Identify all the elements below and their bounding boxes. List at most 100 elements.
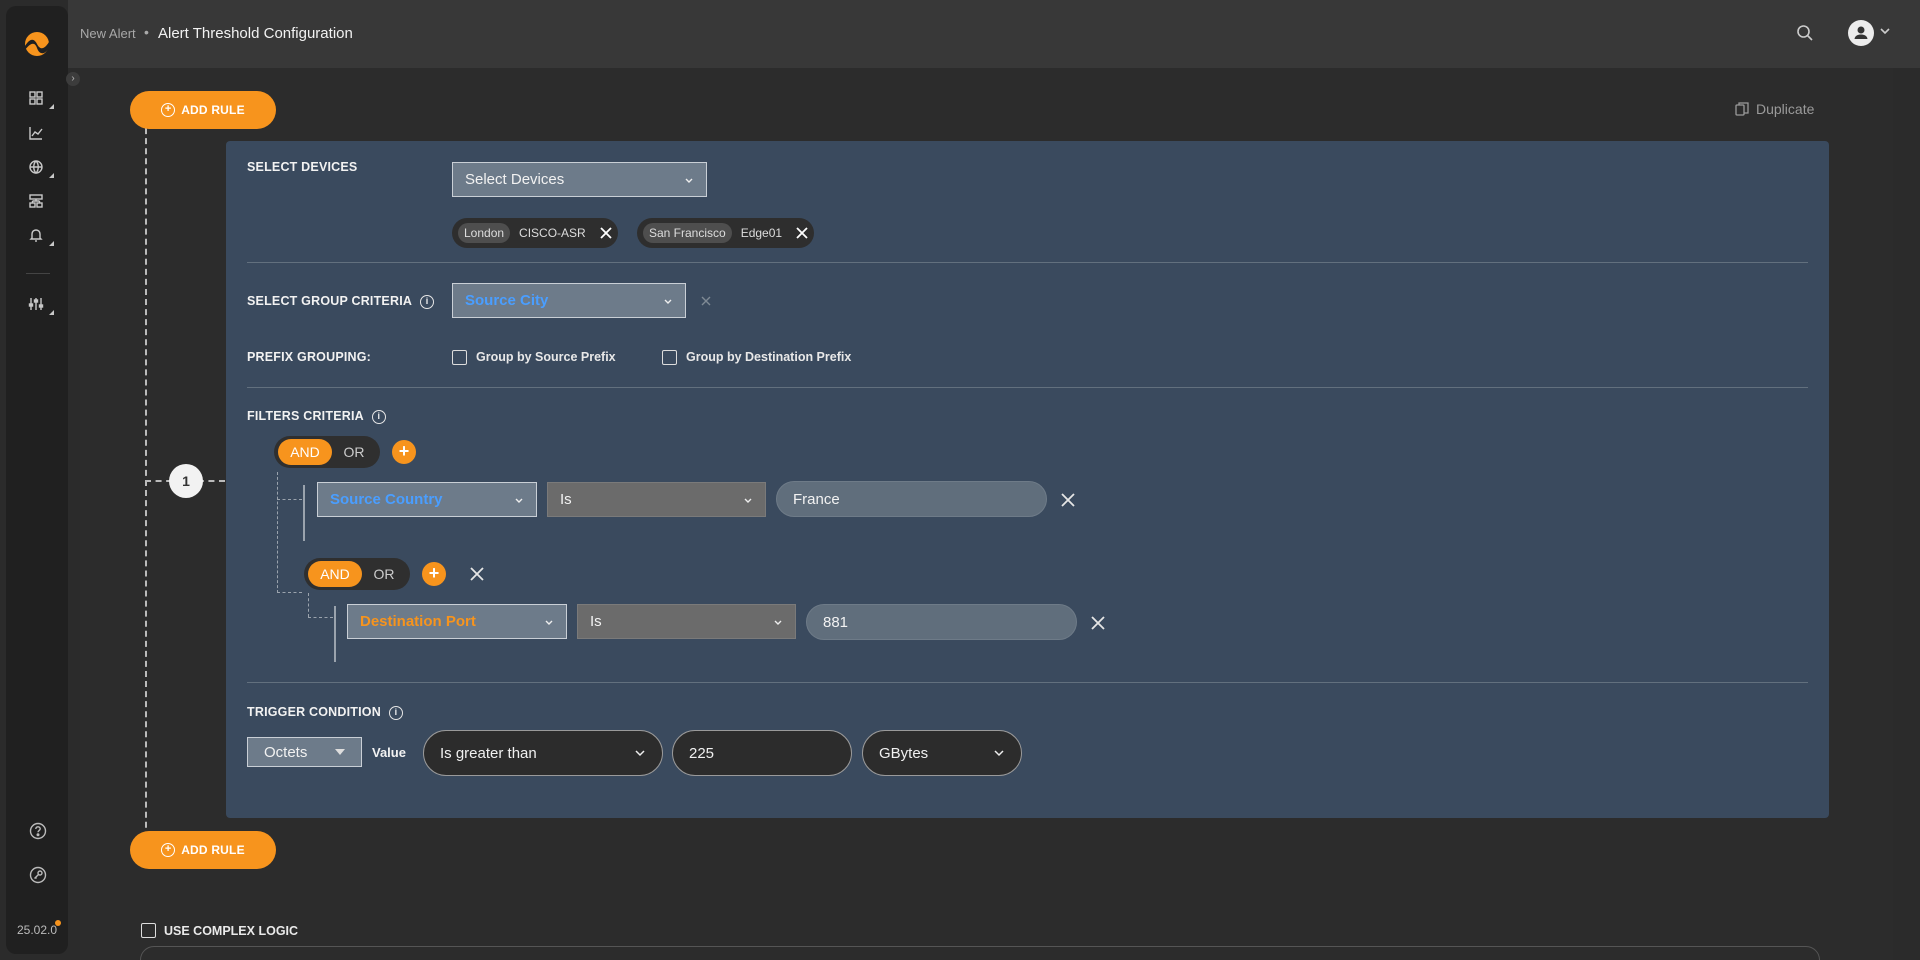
filter-value-text: France xyxy=(793,490,840,508)
sidebar-item-dashboards[interactable] xyxy=(28,90,54,112)
close-icon[interactable] xyxy=(600,227,612,239)
plus-circle-icon: + xyxy=(161,103,176,117)
nested-add-filter-button[interactable]: + xyxy=(422,562,446,586)
version-label: 25.02.0 xyxy=(17,923,58,937)
nested-or-option[interactable]: OR xyxy=(362,561,406,587)
chevron-down-icon[interactable] xyxy=(1878,24,1892,38)
bell-icon xyxy=(29,229,43,242)
or-option[interactable]: OR xyxy=(332,439,376,465)
info-icon[interactable]: i xyxy=(388,705,403,720)
complex-logic-panel xyxy=(140,946,1820,960)
sidebar-item-alerts[interactable] xyxy=(28,227,54,249)
select-devices-dropdown[interactable]: Select Devices xyxy=(452,162,707,197)
rule-number-badge: 1 xyxy=(169,464,203,498)
unit-value: GBytes xyxy=(879,744,929,762)
and-or-toggle[interactable]: AND OR xyxy=(274,436,380,468)
chevron-down-icon xyxy=(515,498,523,503)
metric-value: Octets xyxy=(264,743,308,761)
nested-tree-branch xyxy=(308,617,333,618)
filters-criteria-label: FILTERS CRITERIA i xyxy=(247,409,386,424)
sidebar-item-devices[interactable] xyxy=(28,193,54,215)
prefix-grouping-label: PREFIX GROUPING: xyxy=(247,350,372,364)
filter-tree-branch xyxy=(277,592,302,593)
key-icon[interactable] xyxy=(28,865,48,885)
sidebar-item-network[interactable] xyxy=(28,159,54,181)
nested-and-option[interactable]: AND xyxy=(308,561,362,587)
chevron-down-icon xyxy=(744,498,752,503)
comparison-dropdown[interactable]: Is greater than xyxy=(423,730,663,776)
sidebar-expand-icon[interactable]: › xyxy=(66,72,80,86)
sidebar-item-analytics[interactable] xyxy=(28,125,54,147)
group-by-source-prefix-checkbox[interactable] xyxy=(452,350,467,365)
nested-filter-field-dropdown[interactable]: Destination Port xyxy=(347,604,567,639)
add-rule-button-bottom[interactable]: + ADD RULE xyxy=(130,831,276,869)
add-filter-button[interactable]: + xyxy=(392,440,416,464)
clear-icon[interactable] xyxy=(700,295,712,307)
add-rule-label: ADD RULE xyxy=(181,103,245,117)
avatar[interactable] xyxy=(1848,20,1874,46)
comparison-value: Is greater than xyxy=(440,744,537,762)
value-label: Value xyxy=(372,745,406,760)
group-criteria-value: Source City xyxy=(465,292,549,309)
sidebar-item-settings[interactable] xyxy=(28,296,54,318)
info-icon[interactable]: i xyxy=(371,409,386,424)
top-bar: New Alert • Alert Threshold Configuratio… xyxy=(68,0,1920,68)
close-icon[interactable] xyxy=(1060,492,1076,508)
filter-field-dropdown[interactable]: Source Country xyxy=(317,482,537,517)
close-icon[interactable] xyxy=(469,566,485,582)
complex-logic-option[interactable]: USE COMPLEX LOGIC xyxy=(141,923,298,938)
filter-operator-dropdown[interactable]: Is xyxy=(547,482,766,517)
group-criteria-dropdown[interactable]: Source City xyxy=(452,283,686,318)
threshold-input[interactable]: 225 xyxy=(672,730,852,776)
complex-logic-label: USE COMPLEX LOGIC xyxy=(164,923,299,938)
section-divider xyxy=(247,387,1808,388)
filters-criteria-text: FILTERS CRITERIA xyxy=(247,409,364,423)
breadcrumb-separator: • xyxy=(144,24,149,40)
metric-dropdown[interactable]: Octets xyxy=(247,737,362,767)
search-icon[interactable] xyxy=(1796,24,1814,42)
nested-filter-value-input[interactable]: 881 xyxy=(806,604,1077,640)
add-rule-button-top[interactable]: + ADD RULE xyxy=(130,91,276,129)
rule-card: SELECT DEVICES Select Devices London CIS… xyxy=(226,141,1829,818)
chip-device: CISCO-ASR xyxy=(519,226,586,240)
unit-dropdown[interactable]: GBytes xyxy=(862,730,1022,776)
device-chip-london: London CISCO-ASR xyxy=(452,218,618,248)
chevron-down-icon xyxy=(994,750,1004,757)
nested-filter-value-text: 881 xyxy=(823,613,849,631)
complex-logic-checkbox[interactable] xyxy=(141,923,156,938)
globe-icon xyxy=(29,160,43,174)
chip-city: London xyxy=(458,223,511,243)
chevron-down-icon xyxy=(545,620,553,625)
logo-icon[interactable] xyxy=(23,30,51,58)
group-by-destination-prefix-label[interactable]: Group by Destination Prefix xyxy=(686,350,851,364)
threshold-value: 225 xyxy=(689,744,715,762)
chevron-down-icon xyxy=(664,299,672,304)
duplicate-label: Duplicate xyxy=(1756,101,1815,117)
chevron-down-icon xyxy=(635,750,645,757)
filter-value-input[interactable]: France xyxy=(776,481,1047,517)
page-title: Alert Threshold Configuration xyxy=(158,25,353,42)
close-icon[interactable] xyxy=(796,227,808,239)
chip-device: Edge01 xyxy=(740,226,783,240)
chip-city: San Francisco xyxy=(643,223,732,243)
nested-filter-operator-dropdown[interactable]: Is xyxy=(577,604,796,639)
nested-and-or-toggle[interactable]: AND OR xyxy=(304,558,410,590)
rule-lane-line xyxy=(145,108,147,868)
group-by-source-prefix-label[interactable]: Group by Source Prefix xyxy=(476,350,616,364)
version-status-dot xyxy=(55,920,61,926)
filter-group-bar xyxy=(303,485,305,541)
duplicate-button[interactable]: Duplicate xyxy=(1734,101,1814,117)
close-icon[interactable] xyxy=(1090,615,1106,631)
user-icon xyxy=(1854,26,1868,39)
breadcrumb-parent[interactable]: New Alert xyxy=(80,26,136,41)
add-rule-label: ADD RULE xyxy=(181,843,245,857)
filter-operator-value: Is xyxy=(560,491,572,508)
and-option[interactable]: AND xyxy=(278,439,332,465)
nested-tree-line xyxy=(308,593,309,617)
sliders-icon xyxy=(28,298,44,310)
help-icon[interactable] xyxy=(28,821,48,841)
filter-tree-line xyxy=(277,472,278,593)
trigger-condition-label: TRIGGER CONDITION i xyxy=(247,705,403,720)
info-icon[interactable]: i xyxy=(420,294,435,309)
group-by-destination-prefix-checkbox[interactable] xyxy=(662,350,677,365)
